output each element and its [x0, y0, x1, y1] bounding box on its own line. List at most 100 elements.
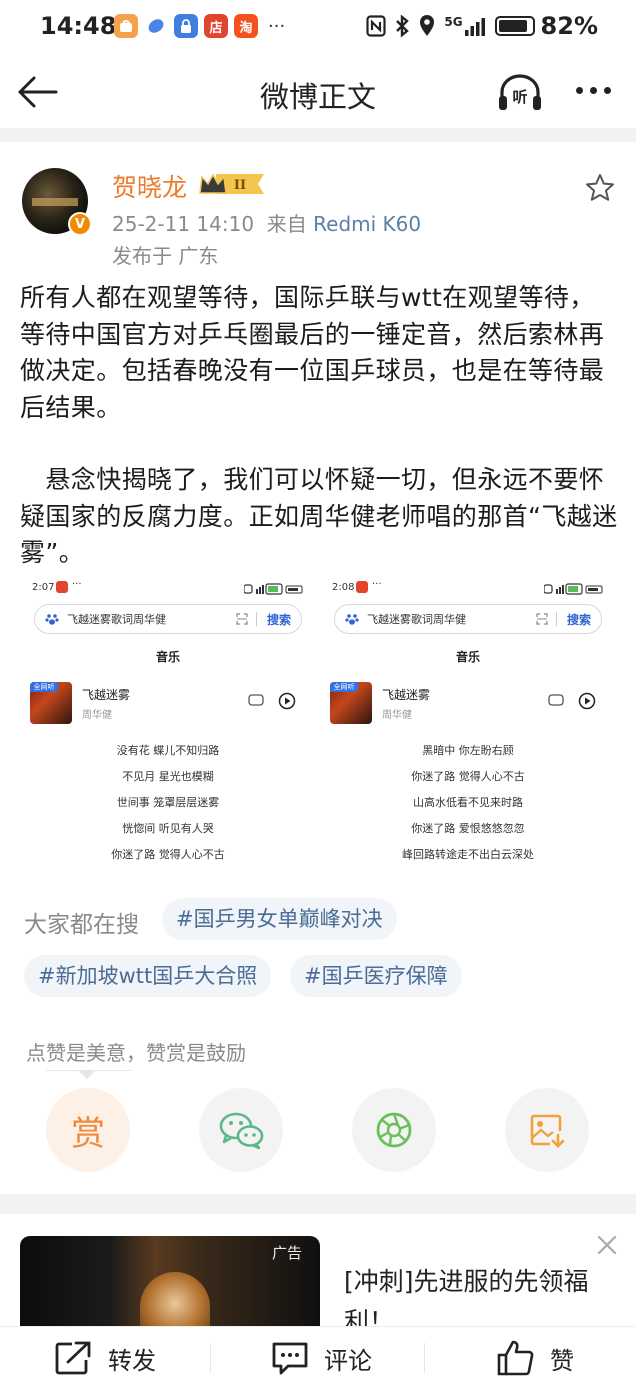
wechat-icon [219, 1112, 264, 1150]
post-source-prefix: 来自 [266, 212, 307, 236]
save-image-icon [530, 1114, 565, 1148]
post-timestamp: 25-2-11 14:10 [112, 212, 255, 236]
listen-headphones-icon[interactable]: 听 [496, 72, 544, 112]
like-label: 赞 [550, 1346, 574, 1375]
vip-crown-badge-icon: II [199, 173, 264, 194]
image-song-row: 全网听 飞越迷雾 周华健 [30, 680, 306, 726]
scan-icon [236, 613, 248, 625]
ad-title[interactable]: [冲刺]先进服的先领福利！ [344, 1262, 614, 1328]
image-more-dots: ··· [72, 579, 82, 590]
status-right: 5G 82% [366, 12, 598, 40]
lyric-line: 恍惚间 听见有人哭 [122, 822, 214, 835]
post-location: 发布于 广东 [112, 244, 219, 268]
image-song-title: 飞越迷雾 [382, 688, 431, 702]
image-lyrics: 黑暗中 你左盼右顾 你迷了路 觉得人心不古 山高水低看不见来时路 你迷了路 爱恨… [320, 738, 616, 868]
image-more-dots: ··· [372, 579, 382, 590]
image-search-bar: 飞越迷雾歌词周华健 搜索 [34, 604, 302, 634]
image-lyrics: 没有花 蝶儿不知归路 不见月 星光也模糊 世间事 笼罩层层迷雾 恍惚间 听见有人… [20, 738, 316, 868]
lyric-line: 你迷了路 觉得人心不古 [411, 770, 525, 783]
image-artist: 周华健 [82, 710, 112, 721]
location-icon [420, 15, 435, 36]
status-bar: 14:48 店 淘 ··· 5G 82% [0, 0, 636, 58]
battery: 82% [494, 12, 598, 40]
comment-button[interactable]: 评论 [270, 1327, 372, 1388]
level-badge-text: II [234, 178, 246, 193]
taobao-app-icon: 淘 [234, 14, 258, 38]
image-music-tab: 音乐 [155, 650, 180, 664]
share-wechat-button[interactable] [199, 1088, 283, 1172]
lyric-line: 世间事 笼罩层层迷雾 [116, 796, 220, 809]
image-status-time: 2:07 [32, 582, 55, 593]
post-image-1[interactable]: 2:07 ··· 飞越迷雾歌词周华健 搜索 音乐 全网听 飞越迷雾 周华健 没有… [20, 576, 316, 876]
scan-icon [536, 613, 548, 625]
more-notifications-indicator: ··· [268, 15, 286, 37]
lyric-line: 黑暗中 你左盼右顾 [422, 744, 514, 757]
image-status-bar: 2:07 ··· [30, 579, 306, 596]
message-icon [248, 694, 264, 706]
lyric-line: 你迷了路 觉得人心不古 [111, 848, 225, 861]
play-icon [578, 692, 596, 710]
image-search-query: 飞越迷雾歌词周华健 [67, 613, 166, 626]
cover-tag: 全网听 [30, 682, 58, 692]
album-cover: 全网听 [30, 682, 72, 724]
image-status-icons [244, 583, 303, 595]
like-button[interactable]: 赞 [496, 1327, 574, 1388]
image-app-icon [356, 581, 368, 593]
image-song-title: 飞越迷雾 [82, 688, 131, 702]
baidu-paw-icon [345, 614, 359, 625]
image-music-tab: 音乐 [455, 650, 480, 664]
image-search-button: 搜索 [566, 612, 591, 627]
bottom-action-bar: 转发 评论 赞 [0, 1326, 636, 1388]
topic-chip[interactable]: #新加坡wtt国乒大合照 [24, 955, 272, 997]
thumbs-up-icon [497, 1340, 534, 1376]
close-icon[interactable] [596, 1234, 618, 1256]
topic-chip[interactable]: #国乒男女单巅峰对决 [162, 898, 397, 940]
svg-text:听: 听 [512, 88, 527, 106]
status-time: 14:48 [40, 12, 117, 40]
battery-percent: 82% [540, 12, 598, 40]
share-moments-button[interactable] [352, 1088, 436, 1172]
baidu-paw-icon [45, 614, 59, 625]
signal-bars-icon [464, 18, 485, 36]
network-type: 5G [444, 15, 463, 29]
comment-label: 评论 [324, 1346, 372, 1375]
taobao-treasure-icon [114, 14, 138, 38]
post-body: 所有人都在观望等待，国际乒联与wtt在观望等待，等待中国官方对乒乓圈最后的一锤定… [20, 280, 620, 572]
post-paragraph: 所有人都在观望等待，国际乒联与wtt在观望等待，等待中国官方对乒乓圈最后的一锤定… [20, 283, 605, 422]
image-search-query: 飞越迷雾歌词周华健 [367, 613, 466, 626]
lyric-line: 你迷了路 爱恨悠悠忽忽 [411, 822, 525, 835]
lock-app-icon [174, 14, 198, 38]
notification-icons: 店 淘 ··· [114, 14, 285, 38]
cover-tag: 全网听 [330, 682, 358, 692]
topic-chip[interactable]: #国乒医疗保障 [290, 955, 462, 997]
message-icon [548, 694, 564, 706]
save-image-button[interactable] [505, 1088, 589, 1172]
more-options-icon[interactable] [576, 82, 620, 98]
favorite-star-icon[interactable] [584, 172, 616, 204]
bluetooth-icon [396, 14, 410, 38]
image-song-row: 全网听 飞越迷雾 周华健 [330, 680, 606, 726]
post-meta: 25-2-11 14:10 来自 Redmi K60 [112, 208, 421, 237]
post-source[interactable]: Redmi K60 [313, 212, 421, 236]
play-icon [278, 692, 296, 710]
hot-search-label: 大家都在搜 [24, 912, 139, 938]
repost-button[interactable]: 转发 [54, 1327, 156, 1388]
post-image-2[interactable]: 2:08 ··· 飞越迷雾歌词周华健 搜索 音乐 全网听 飞越迷雾 周华健 黑暗… [320, 576, 616, 876]
lyric-line: 峰回路转途走不出白云深处 [402, 848, 534, 861]
section-divider [0, 1194, 636, 1214]
moments-aperture-icon [376, 1112, 412, 1148]
author-name[interactable]: 贺晓龙 [112, 168, 187, 204]
ad-tag: 广告 [272, 1244, 303, 1262]
image-status-icons [544, 583, 603, 595]
image-status-time: 2:08 [332, 582, 355, 593]
reward-icon: 赏 [71, 1113, 105, 1154]
repost-label: 转发 [108, 1346, 156, 1375]
toolbar-divider [210, 1343, 211, 1373]
blue-app-icon [144, 14, 168, 38]
post-paragraph: 悬念快揭晓了，我们可以怀疑一切，但永远不要怀疑国家的反腐力度。正如周华健老师唱的… [20, 465, 618, 567]
reward-note: 点赞是美意，赞赏是鼓励 [26, 1041, 246, 1065]
battery-icon [494, 16, 535, 36]
reward-button[interactable]: 赏 [46, 1088, 130, 1172]
lyric-line: 不见月 星光也模糊 [122, 770, 214, 783]
album-cover: 全网听 [330, 682, 372, 724]
